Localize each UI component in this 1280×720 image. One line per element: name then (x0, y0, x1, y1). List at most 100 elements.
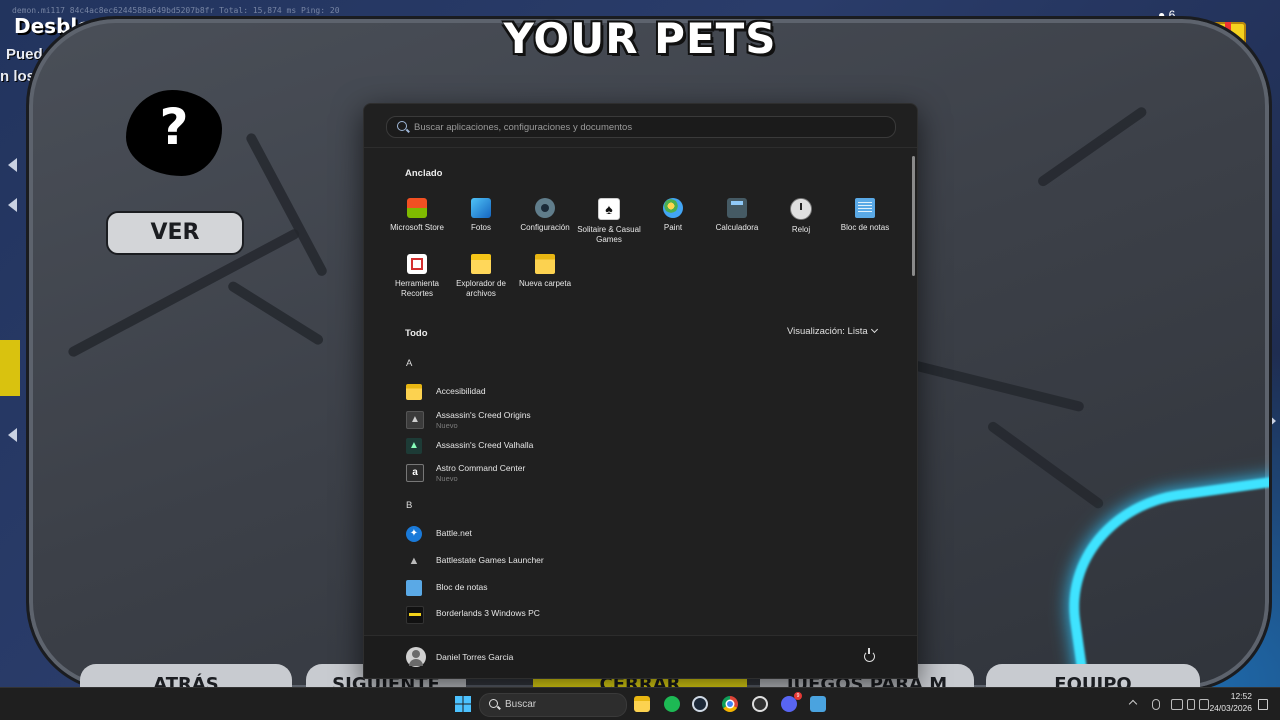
spotify-icon[interactable] (664, 696, 680, 712)
network-icon[interactable] (1171, 699, 1183, 710)
app-list-item[interactable]: Accesibilidad (404, 381, 884, 403)
app-list-item[interactable]: Assassin's Creed Valhalla (404, 435, 884, 457)
pinned-app-label: Explorador de archivos (456, 279, 506, 298)
notepad-icon (406, 580, 422, 596)
pinned-app-label: Configuración (520, 223, 570, 232)
pinned-app-label: Bloc de notas (840, 223, 890, 232)
start-search-input[interactable] (414, 117, 884, 137)
app-label: Assassin's Creed Origins (436, 410, 531, 420)
pinned-app-label: Herramienta Recortes (394, 279, 439, 298)
app-list-item[interactable]: Battle.net (404, 523, 884, 545)
photos-icon (471, 198, 491, 218)
notification-icon[interactable] (1258, 699, 1268, 710)
side-panel-item (0, 340, 20, 396)
panel-crack (986, 419, 1106, 511)
app-list-item[interactable]: Astro Command Center Nuevo (404, 461, 884, 483)
taskbar: Buscar 9 12:52 24/03/2026 (0, 687, 1280, 720)
pinned-app-reloj[interactable]: Reloj (769, 198, 833, 235)
pinned-app-calculadora[interactable]: Calculadora (705, 198, 769, 233)
search-icon (397, 121, 407, 131)
left-arrow-icon[interactable] (8, 198, 17, 212)
pinned-app-bloc-de-notas[interactable]: Bloc de notas (833, 198, 897, 233)
pinned-app-label: Nueva carpeta (518, 279, 572, 288)
notification-badge: 9 (794, 692, 802, 700)
start-footer: Daniel Torres Garcia (364, 635, 917, 678)
pinned-app-explorador[interactable]: Explorador de archivos (449, 254, 513, 299)
letter-header[interactable]: B (406, 500, 412, 511)
assassins-creed-icon (406, 411, 424, 429)
battlestate-icon (406, 553, 422, 569)
calculator-icon (727, 198, 747, 218)
app-icon[interactable] (810, 696, 826, 712)
chevron-down-icon (870, 325, 878, 334)
pinned-heading: Anclado (405, 168, 443, 179)
app-label: Battlestate Games Launcher (436, 555, 544, 565)
borderlands-icon (406, 606, 424, 624)
start-menu: Anclado Microsoft Store Fotos Configurac… (363, 103, 918, 679)
pinned-app-label: Calculadora (715, 223, 759, 232)
microphone-icon[interactable] (1152, 699, 1160, 710)
pinned-app-paint[interactable]: Paint (641, 198, 705, 233)
scrollbar[interactable] (912, 156, 915, 276)
clock-icon (790, 198, 812, 220)
pinned-app-configuracion[interactable]: Configuración (513, 198, 577, 233)
taskbar-search-label: Buscar (505, 699, 537, 710)
neon-glow (1054, 472, 1269, 689)
clock-date[interactable]: 24/03/2026 (1208, 703, 1252, 713)
letter-header[interactable]: A (406, 358, 412, 369)
app-list-item[interactable]: Borderlands 3 Windows PC (404, 603, 884, 625)
app-list-item[interactable]: Bloc de notas (404, 577, 884, 599)
pinned-app-nueva-carpeta[interactable]: Nueva carpeta (513, 254, 577, 289)
view-button[interactable]: VER (106, 211, 244, 255)
folder-icon (471, 254, 491, 274)
left-arrow-icon[interactable] (8, 428, 17, 442)
power-icon[interactable] (864, 648, 875, 662)
left-arrow-icon[interactable] (8, 158, 17, 172)
new-badge: Nuevo (436, 474, 458, 483)
all-apps-heading: Todo (405, 328, 428, 339)
taskbar-search[interactable]: Buscar (479, 693, 627, 717)
file-explorer-icon[interactable] (634, 696, 650, 712)
windows-start-icon[interactable] (455, 696, 471, 712)
astro-icon (406, 464, 424, 482)
app-label: Battle.net (436, 528, 472, 538)
cards-icon (598, 198, 620, 220)
pet-silhouette[interactable]: ? (126, 90, 222, 176)
obs-icon[interactable] (752, 696, 768, 712)
divider (364, 147, 917, 148)
notepad-icon (855, 198, 875, 218)
pinned-app-herramienta-recortes[interactable]: Herramienta Recortes (385, 254, 449, 299)
view-mode-dropdown[interactable]: Visualización: Lista (787, 325, 878, 337)
pinned-app-label: Solitaire & Casual Games (577, 225, 641, 244)
pinned-app-microsoft-store[interactable]: Microsoft Store (385, 198, 449, 233)
pinned-app-fotos[interactable]: Fotos (449, 198, 513, 233)
clock-time[interactable]: 12:52 (1210, 691, 1252, 701)
app-list-item[interactable]: Assassin's Creed Origins Nuevo (404, 408, 884, 430)
volume-icon[interactable] (1187, 699, 1195, 710)
gear-icon (535, 198, 555, 218)
pinned-app-solitaire[interactable]: Solitaire & Casual Games (577, 198, 641, 245)
chevron-up-icon[interactable] (1128, 699, 1138, 709)
panel-crack (1036, 105, 1149, 189)
app-label: Bloc de notas (436, 582, 488, 592)
new-badge: Nuevo (436, 421, 458, 430)
folder-icon (535, 254, 555, 274)
pinned-app-label: Fotos (470, 223, 491, 232)
app-label: Borderlands 3 Windows PC (436, 608, 540, 618)
pinned-app-label: Microsoft Store (390, 223, 444, 232)
panel-crack (226, 279, 325, 347)
chrome-icon[interactable] (722, 696, 738, 712)
palette-icon (663, 198, 683, 218)
app-label: Assassin's Creed Valhalla (436, 440, 534, 450)
user-avatar-icon[interactable] (406, 647, 426, 667)
store-icon (407, 198, 427, 218)
app-list-item[interactable]: Battlestate Games Launcher (404, 550, 884, 572)
user-name[interactable]: Daniel Torres Garcia (436, 652, 513, 662)
steam-icon[interactable] (692, 696, 708, 712)
panel-crack (907, 359, 1085, 413)
pinned-app-label: Paint (663, 223, 683, 232)
discord-icon[interactable]: 9 (781, 692, 802, 712)
view-mode-label: Visualización: Lista (787, 326, 868, 337)
pinned-app-label: Reloj (791, 225, 811, 234)
start-search-box[interactable] (386, 116, 896, 138)
